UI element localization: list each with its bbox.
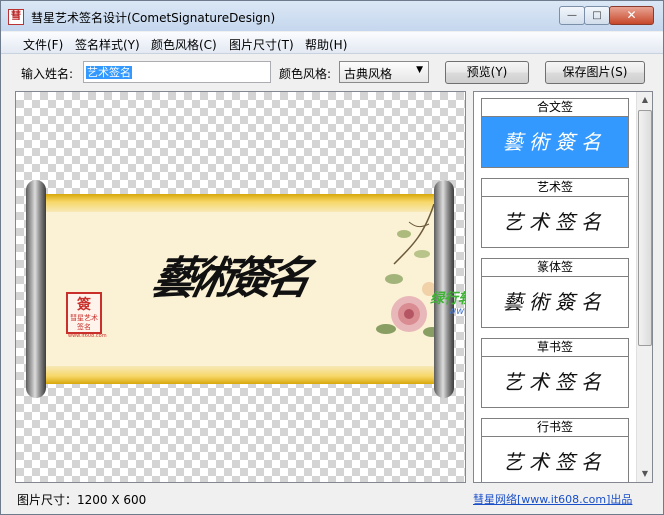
name-label: 输入姓名: — [21, 67, 74, 81]
close-button[interactable]: ✕ — [609, 6, 654, 25]
status-bar: 图片尺寸：1200 X 600 彗星网络[www.it608.com]出品 — [1, 487, 663, 514]
style-card-sample: 艺术签名 — [503, 370, 607, 394]
color-style-label: 颜色风格: — [279, 67, 332, 81]
scrollbar-thumb[interactable] — [638, 110, 652, 346]
style-card-hewen[interactable]: 合文签 藝術簽名 — [481, 98, 629, 168]
signature-style-list: 合文签 藝術簽名 艺术签 艺术签名 篆体签 藝術簽名 草书签 艺术签名 行书签 … — [473, 91, 653, 483]
minimize-button[interactable]: — — [559, 6, 585, 25]
preview-canvas: 藝術簽名 簽 彗星艺术签名 www.it608.com 绿行 ww — [15, 91, 466, 483]
style-card-label: 草书签 — [482, 339, 628, 357]
menu-file[interactable]: 文件(F) — [23, 36, 63, 53]
watermark-text: 绿行软件园 — [430, 291, 465, 307]
style-card-sample: 藝術簽名 — [482, 117, 628, 167]
menu-image-size[interactable]: 图片尺寸(T) — [229, 36, 294, 53]
style-card-xingshu[interactable]: 行书签 艺术签名 — [481, 418, 629, 482]
scroll-down-icon[interactable]: ▼ — [637, 466, 652, 482]
scroll-paper: 藝術簽名 簽 彗星艺术签名 www.it608.com — [44, 194, 441, 384]
menu-signature-style[interactable]: 签名样式(Y) — [75, 36, 140, 53]
style-card-sample: 艺术签名 — [503, 210, 607, 234]
app-window: 彗 彗星艺术签名设计(CometSignatureDesign) — □ ✕ 文… — [0, 0, 664, 515]
seal-char: 簽 — [77, 297, 91, 313]
style-card-label: 艺术签 — [482, 179, 628, 197]
color-style-value: 古典风格 — [344, 67, 393, 81]
menu-bar: 文件(F) 签名样式(Y) 颜色风格(C) 图片尺寸(T) 帮助(H) — [1, 32, 663, 54]
scroll-roller-left — [26, 180, 46, 398]
seal-url: www.it608.com — [68, 333, 107, 339]
dropdown-arrow-icon: ▼ — [416, 65, 423, 75]
save-image-button[interactable]: 保存图片(S) — [545, 61, 645, 84]
app-icon: 彗 — [8, 9, 24, 25]
style-card-sample: 藝術簽名 — [503, 290, 607, 314]
window-title: 彗星艺术签名设计(CometSignatureDesign) — [31, 11, 276, 25]
seal-stamp: 簽 彗星艺术签名 www.it608.com — [66, 292, 107, 339]
watermark-url: www.7SC3.com — [448, 306, 465, 317]
scroll-up-icon[interactable]: ▲ — [637, 92, 652, 108]
style-card-caoshu[interactable]: 草书签 艺术签名 — [481, 338, 629, 408]
maximize-icon: □ — [592, 10, 602, 21]
style-card-zhuanti[interactable]: 篆体签 藝術簽名 — [481, 258, 629, 328]
style-card-yishu[interactable]: 艺术签 艺术签名 — [481, 178, 629, 248]
credit-link[interactable]: 彗星网络[www.it608.com]出品 — [473, 491, 632, 507]
seal-caption: 彗星艺术签名 — [70, 314, 98, 331]
image-size-status: 图片尺寸：1200 X 600 — [17, 493, 147, 507]
name-input[interactable]: 艺术签名 — [83, 61, 271, 83]
preview-button[interactable]: 预览(Y) — [445, 61, 529, 84]
style-list-scrollbar[interactable]: ▲ ▼ — [636, 92, 652, 482]
title-bar[interactable]: 彗 彗星艺术签名设计(CometSignatureDesign) — □ ✕ — [1, 1, 663, 31]
close-icon: ✕ — [626, 8, 637, 22]
signature-text: 藝術簽名 — [147, 253, 311, 304]
menu-color-style[interactable]: 颜色风格(C) — [151, 36, 217, 53]
toolbar: 输入姓名: 艺术签名 颜色风格: 古典风格 ▼ 预览(Y) 保存图片(S) — [1, 57, 663, 87]
name-input-value: 艺术签名 — [86, 66, 132, 79]
style-card-sample: 艺术签名 — [503, 450, 607, 474]
maximize-button[interactable]: □ — [584, 6, 610, 25]
menu-help[interactable]: 帮助(H) — [305, 36, 347, 53]
style-card-label: 行书签 — [482, 419, 628, 437]
style-card-label: 合文签 — [482, 99, 628, 117]
style-card-label: 篆体签 — [482, 259, 628, 277]
color-style-dropdown[interactable]: 古典风格 ▼ — [339, 61, 429, 83]
minimize-icon: — — [567, 10, 577, 21]
signature-scroll: 藝術簽名 簽 彗星艺术签名 www.it608.com — [26, 180, 456, 398]
